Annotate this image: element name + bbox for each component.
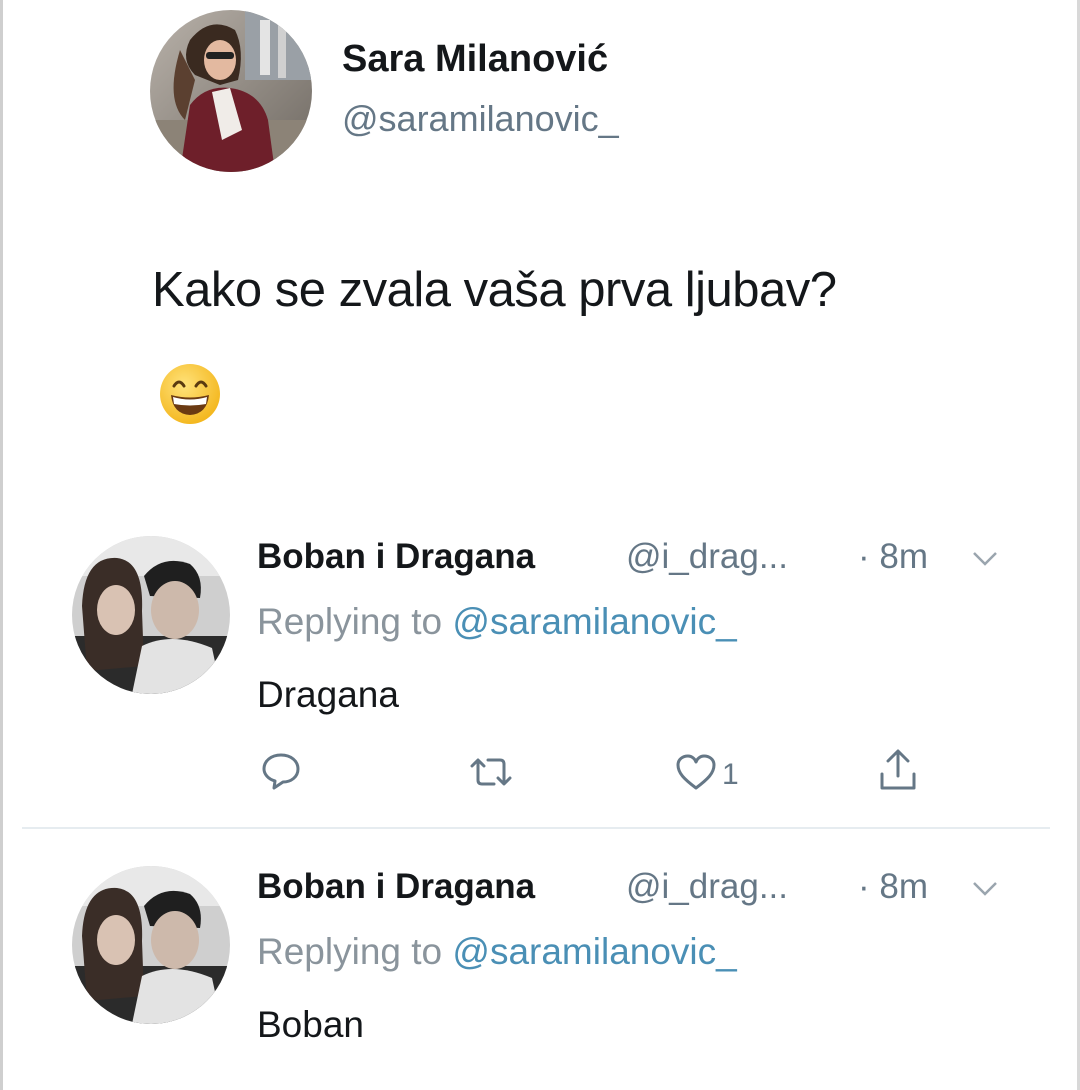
frame-edge-left bbox=[0, 0, 3, 1090]
like-action-button[interactable]: 1 bbox=[674, 752, 739, 797]
tweet-text: Kako se zvala vaša prva ljubav? bbox=[152, 263, 837, 317]
reply-author-handle[interactable]: @i_drag... bbox=[626, 867, 788, 907]
replying-to-label: Replying to bbox=[257, 601, 453, 642]
reply-author-avatar[interactable] bbox=[72, 866, 230, 1024]
share-action-button[interactable] bbox=[876, 746, 920, 799]
reply-author-name[interactable]: Boban i Dragana bbox=[257, 537, 535, 577]
reply-text: Dragana bbox=[257, 674, 399, 715]
reply-timestamp[interactable]: · 8m bbox=[858, 867, 928, 907]
reply-timestamp[interactable]: · 8m bbox=[858, 537, 928, 577]
like-count: 1 bbox=[722, 757, 739, 791]
reply-author-name[interactable]: Boban i Dragana bbox=[257, 867, 535, 907]
divider bbox=[22, 827, 1050, 829]
chevron-down-icon[interactable] bbox=[970, 549, 1000, 569]
reply-action-button[interactable] bbox=[260, 750, 302, 797]
replying-to-line: Replying to @saramilanovic_ bbox=[257, 601, 737, 643]
author-name[interactable]: Sara Milanović bbox=[342, 38, 608, 81]
share-icon bbox=[876, 746, 920, 799]
heart-icon bbox=[674, 752, 718, 797]
replying-to-label: Replying to bbox=[257, 931, 453, 972]
reply-author-handle[interactable]: @i_drag... bbox=[626, 537, 788, 577]
retweet-icon bbox=[466, 752, 516, 797]
replying-to-line: Replying to @saramilanovic_ bbox=[257, 931, 737, 973]
replying-to-mention[interactable]: @saramilanovic_ bbox=[452, 931, 736, 972]
reply-author-avatar[interactable] bbox=[72, 536, 230, 694]
reply-text: Boban bbox=[257, 1004, 364, 1045]
retweet-action-button[interactable] bbox=[466, 752, 516, 797]
author-handle[interactable]: @saramilanovic_ bbox=[342, 98, 619, 140]
author-avatar[interactable] bbox=[150, 10, 312, 172]
grinning-face-with-smiling-eyes-icon bbox=[158, 362, 222, 426]
chevron-down-icon[interactable] bbox=[970, 879, 1000, 899]
replying-to-mention[interactable]: @saramilanovic_ bbox=[452, 601, 736, 642]
comment-icon bbox=[260, 750, 302, 797]
